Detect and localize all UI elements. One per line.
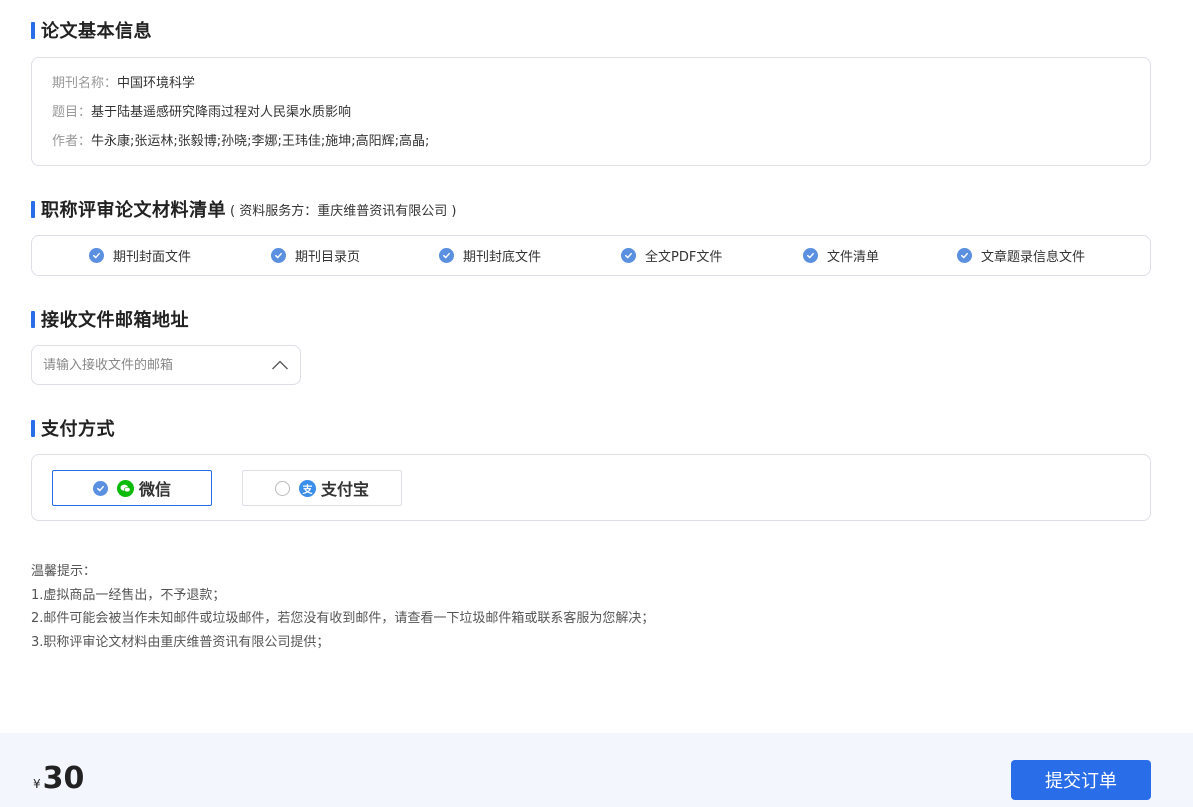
tips-line: 2.邮件可能会被当作未知邮件或垃圾邮件，若您没有收到邮件，请查看一下垃圾邮件箱或… <box>31 611 655 626</box>
materials-heading: 职称评审论文材料清单 ( 资料服务方：重庆维普资讯有限公司 ) <box>31 199 457 221</box>
basic-info-title: 论文基本信息 <box>41 21 152 42</box>
payment-card: 微信 支 支付宝 <box>31 454 1151 521</box>
radio-checked-icon <box>92 480 108 496</box>
basic-info-heading: 论文基本信息 <box>31 20 152 42</box>
check-icon <box>621 248 636 263</box>
payment-title: 支付方式 <box>41 419 115 440</box>
tips-heading: 温馨提示： <box>31 564 97 579</box>
material-item: 文件清单 <box>803 236 879 275</box>
price-amount: 30 <box>42 761 85 796</box>
chevron-up-icon[interactable] <box>271 359 289 371</box>
check-icon <box>439 248 454 263</box>
author-label: 作者： <box>52 134 92 149</box>
alipay-icon: 支 <box>298 479 316 497</box>
heading-accent-bar <box>31 21 35 39</box>
material-item: 全文PDF文件 <box>621 236 722 275</box>
materials-title: 职称评审论文材料清单 <box>41 200 226 221</box>
radio-empty-icon <box>274 480 290 496</box>
email-field[interactable] <box>31 345 301 385</box>
topic-label: 题目： <box>52 105 92 120</box>
order-footer: ¥ 30 提交订单 <box>0 733 1193 807</box>
material-item: 期刊封面文件 <box>89 236 191 275</box>
material-item: 期刊封底文件 <box>439 236 541 275</box>
check-icon <box>271 248 286 263</box>
heading-accent-bar <box>31 310 35 328</box>
material-label: 期刊封底文件 <box>463 250 542 265</box>
check-icon <box>89 248 104 263</box>
pay-option-wechat[interactable]: 微信 <box>52 470 212 506</box>
email-heading: 接收文件邮箱地址 <box>31 309 189 331</box>
currency-symbol: ¥ <box>33 777 41 791</box>
basic-info-card: 期刊名称：中国环境科学 题目：基于陆基遥感研究降雨过程对人民渠水质影响 作者：牛… <box>31 57 1151 166</box>
materials-list: 期刊封面文件 期刊目录页 期刊封底文件 全文PDF文件 文件清单 文章题录信息文… <box>31 235 1151 276</box>
author-value: 牛永康;张运林;张毅博;孙晓;李娜;王玮佳;施坤;高阳辉;高晶; <box>91 134 430 149</box>
topic-value: 基于陆基遥感研究降雨过程对人民渠水质影响 <box>91 105 352 120</box>
journal-label: 期刊名称： <box>52 76 118 91</box>
materials-subtitle: ( 资料服务方：重庆维普资讯有限公司 ) <box>230 203 457 219</box>
heading-accent-bar <box>31 419 35 437</box>
email-title: 接收文件邮箱地址 <box>41 310 189 331</box>
material-label: 期刊目录页 <box>295 250 361 265</box>
wechat-icon <box>116 479 134 497</box>
price-display: ¥ 30 <box>33 761 84 796</box>
material-label: 文件清单 <box>827 250 880 265</box>
check-icon <box>803 248 818 263</box>
pay-option-label: 微信 <box>138 480 171 499</box>
journal-row: 期刊名称：中国环境科学 <box>52 69 1130 98</box>
payment-heading: 支付方式 <box>31 418 115 440</box>
topic-row: 题目：基于陆基遥感研究降雨过程对人民渠水质影响 <box>52 98 1130 127</box>
email-input[interactable] <box>43 357 263 373</box>
material-label: 全文PDF文件 <box>645 250 723 265</box>
author-row: 作者：牛永康;张运林;张毅博;孙晓;李娜;王玮佳;施坤;高阳辉;高晶; <box>52 127 1130 156</box>
check-icon <box>957 248 972 263</box>
material-item: 期刊目录页 <box>271 236 360 275</box>
pay-option-alipay[interactable]: 支 支付宝 <box>242 470 402 506</box>
heading-accent-bar <box>31 200 35 218</box>
material-label: 期刊封面文件 <box>113 250 192 265</box>
tips-line: 3.职称评审论文材料由重庆维普资讯有限公司提供； <box>31 634 330 650</box>
material-label: 文章题录信息文件 <box>981 250 1086 265</box>
journal-value: 中国环境科学 <box>117 76 196 91</box>
submit-order-button[interactable]: 提交订单 <box>1011 760 1151 800</box>
pay-option-label: 支付宝 <box>320 480 369 499</box>
tips-line: 1.虚拟商品一经售出，不予退款； <box>31 587 226 603</box>
material-item: 文章题录信息文件 <box>957 236 1085 275</box>
tips-block: 温馨提示： 1.虚拟商品一经售出，不予退款； 2.邮件可能会被当作未知邮件或垃圾… <box>31 560 654 654</box>
